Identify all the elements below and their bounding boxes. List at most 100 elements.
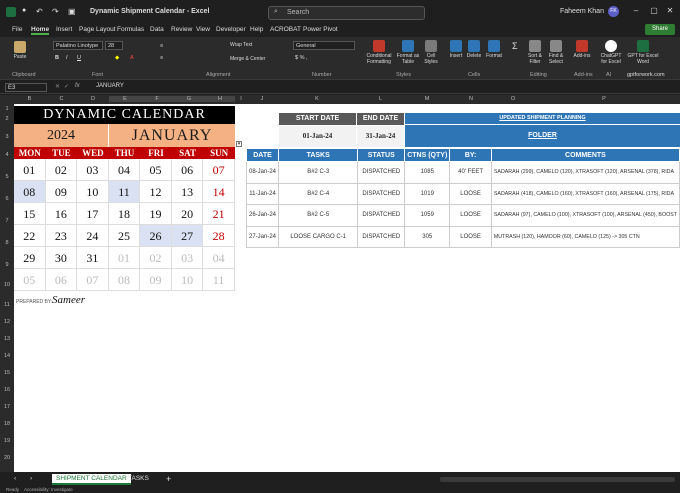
row-header[interactable]: 20 bbox=[0, 455, 14, 461]
row-header[interactable]: 9 bbox=[0, 262, 14, 268]
row-header[interactable]: 13 bbox=[0, 336, 14, 342]
calendar-day[interactable]: 17 bbox=[77, 203, 109, 225]
cell-by[interactable]: 40' FEET bbox=[449, 161, 492, 184]
calendar-day[interactable]: 09 bbox=[45, 181, 78, 203]
autosum-icon[interactable]: Σ bbox=[512, 41, 518, 51]
column-header[interactable]: O bbox=[492, 96, 534, 102]
calendar-day[interactable]: 03 bbox=[77, 159, 109, 181]
italic-icon[interactable]: I bbox=[66, 55, 68, 61]
column-header[interactable]: P bbox=[534, 96, 674, 102]
cell-status[interactable]: DISPATCHED bbox=[357, 161, 406, 184]
menu-insert[interactable]: Insert bbox=[56, 26, 72, 33]
row-header[interactable]: 4 bbox=[0, 152, 14, 158]
cell-status[interactable]: DISPATCHED bbox=[357, 225, 406, 248]
cell-task[interactable]: LOOSE CARGO C-1 bbox=[278, 225, 359, 248]
header-tasks[interactable]: TASKS bbox=[278, 148, 359, 162]
calendar-day[interactable]: 08 bbox=[108, 269, 141, 291]
table-row[interactable]: 26-Jan-24 B#2 C-5 DISPATCHED 1059 LOOSE … bbox=[245, 204, 680, 227]
table-row[interactable]: 08-Jan-24 B#2 C-3 DISPATCHED 1085 40' FE… bbox=[245, 161, 680, 184]
menu-acrobat[interactable]: ACROBAT bbox=[270, 26, 301, 33]
cell-by[interactable]: LOOSE bbox=[449, 225, 492, 248]
add-ins-button[interactable]: Add-ins bbox=[572, 40, 592, 59]
calendar-day[interactable]: 29 bbox=[14, 247, 46, 269]
calendar-day[interactable]: 01 bbox=[108, 247, 141, 269]
calendar-day[interactable]: 07 bbox=[77, 269, 109, 291]
align-top-icon[interactable]: ≡ bbox=[160, 43, 163, 49]
row-header[interactable]: 7 bbox=[0, 218, 14, 224]
calendar-day[interactable]: 19 bbox=[140, 203, 172, 225]
calendar-day[interactable]: 15 bbox=[14, 203, 46, 225]
cell-by[interactable]: LOOSE bbox=[449, 182, 492, 205]
row-header[interactable]: 8 bbox=[0, 240, 14, 246]
calendar-day[interactable]: 20 bbox=[171, 203, 204, 225]
share-button[interactable]: Share bbox=[645, 24, 675, 35]
add-sheet-icon[interactable]: + bbox=[166, 474, 171, 484]
calendar-day[interactable]: 16 bbox=[45, 203, 78, 225]
tab-tasks[interactable]: TASKS bbox=[124, 474, 153, 485]
calendar-day[interactable]: 06 bbox=[45, 269, 78, 291]
start-date-value[interactable]: 01-Jan-24 bbox=[279, 126, 356, 147]
row-header[interactable]: 17 bbox=[0, 404, 14, 410]
calendar-day[interactable]: 08 bbox=[14, 181, 46, 203]
cell-date[interactable]: 27-Jan-24 bbox=[245, 225, 280, 248]
calendar-day[interactable]: 03 bbox=[171, 247, 204, 269]
calendar-day[interactable]: 27 bbox=[171, 225, 204, 247]
cell-task[interactable]: B#2 C-4 bbox=[278, 182, 359, 205]
worksheet-grid[interactable]: DYNAMIC CALENDAR 2024 JANUARY MON TUE WE… bbox=[14, 104, 680, 472]
paste-button[interactable]: Paste bbox=[8, 41, 32, 60]
table-row[interactable]: 27-Jan-24 LOOSE CARGO C-1 DISPATCHED 305… bbox=[245, 225, 680, 248]
calendar-day[interactable]: 26 bbox=[140, 225, 172, 247]
menu-page-layout[interactable]: Page Layout bbox=[79, 26, 116, 33]
cell-task[interactable]: B#2 C-3 bbox=[278, 161, 359, 184]
sort-filter-button[interactable]: Sort & Filter bbox=[525, 40, 545, 65]
column-header[interactable]: H bbox=[205, 96, 235, 102]
minimize-icon[interactable]: – bbox=[630, 6, 642, 18]
menu-formulas[interactable]: Formulas bbox=[117, 26, 144, 33]
folder-link[interactable]: FOLDER bbox=[405, 125, 680, 147]
calendar-day[interactable]: 22 bbox=[14, 225, 46, 247]
menu-data[interactable]: Data bbox=[150, 26, 164, 33]
calendar-year[interactable]: 2024 bbox=[14, 124, 109, 147]
cell-styles-button[interactable]: Cell Styles bbox=[421, 40, 441, 65]
avatar[interactable]: FK bbox=[608, 6, 619, 17]
cell-qty[interactable]: 1059 bbox=[404, 204, 451, 227]
insert-cells-button[interactable]: Insert bbox=[448, 40, 464, 59]
cell-qty[interactable]: 305 bbox=[404, 225, 451, 248]
maximize-icon[interactable]: ▢ bbox=[648, 6, 660, 18]
conditional-formatting-button[interactable]: Conditional Formatting bbox=[364, 40, 394, 65]
column-header[interactable]: M bbox=[404, 96, 450, 102]
row-header[interactable]: 16 bbox=[0, 387, 14, 393]
calendar-day[interactable]: 01 bbox=[14, 159, 46, 181]
cell-qty[interactable]: 1085 bbox=[404, 161, 451, 184]
calendar-day[interactable]: 11 bbox=[108, 181, 141, 203]
column-header[interactable]: C bbox=[46, 96, 77, 102]
row-header[interactable]: 11 bbox=[0, 302, 14, 308]
calendar-day[interactable]: 28 bbox=[203, 225, 235, 247]
format-cells-button[interactable]: Format bbox=[485, 40, 503, 59]
underline-icon[interactable]: U bbox=[77, 55, 81, 61]
row-header[interactable]: 15 bbox=[0, 370, 14, 376]
calendar-day[interactable]: 06 bbox=[171, 159, 204, 181]
enter-icon[interactable]: ✓ bbox=[64, 83, 69, 90]
calendar-day[interactable]: 04 bbox=[203, 247, 235, 269]
menu-home[interactable]: Home bbox=[31, 26, 50, 35]
menu-developer[interactable]: Developer bbox=[216, 26, 246, 33]
menu-file[interactable]: File bbox=[12, 26, 22, 33]
align-left-icon[interactable]: ≡ bbox=[160, 55, 163, 61]
autosave-toggle[interactable]: ● bbox=[22, 7, 26, 14]
calendar-day[interactable]: 07 bbox=[203, 159, 235, 181]
column-header[interactable]: K bbox=[277, 96, 357, 102]
row-header[interactable]: 3 bbox=[0, 134, 14, 140]
column-header[interactable]: L bbox=[357, 96, 404, 102]
close-icon[interactable]: ✕ bbox=[664, 6, 676, 18]
undo-icon[interactable]: ↶ bbox=[36, 7, 43, 16]
calendar-day[interactable]: 14 bbox=[203, 181, 235, 203]
calendar-day[interactable]: 02 bbox=[140, 247, 172, 269]
updated-planning-link[interactable]: UPDATED SHIPMENT PLANNING bbox=[405, 113, 680, 124]
cell-date[interactable]: 26-Jan-24 bbox=[245, 204, 280, 227]
redo-icon[interactable]: ↷ bbox=[52, 7, 59, 16]
calendar-day[interactable]: 02 bbox=[45, 159, 78, 181]
cell-task[interactable]: B#2 C-5 bbox=[278, 204, 359, 227]
cell-comments[interactable]: SADARAH (97), CAMELO (100), XTRASOFT (10… bbox=[490, 204, 680, 227]
menu-view[interactable]: View bbox=[196, 26, 210, 33]
